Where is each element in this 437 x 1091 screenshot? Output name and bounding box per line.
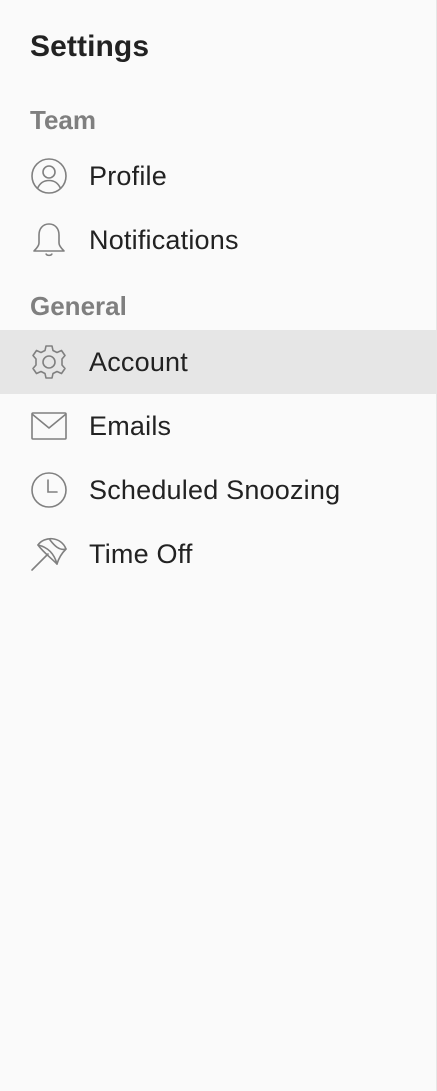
sidebar-item-label: Scheduled Snoozing <box>89 475 341 505</box>
sidebar-item-label: Profile <box>89 161 167 191</box>
section-label-team: Team <box>30 105 96 135</box>
sidebar-item-notifications[interactable]: Notifications <box>0 208 436 272</box>
sidebar-item-label: Emails <box>89 411 172 441</box>
page-title: Settings <box>30 30 150 63</box>
sidebar-item-label: Notifications <box>89 225 239 255</box>
sidebar-item-label: Account <box>89 347 188 377</box>
sidebar-item-label: Time Off <box>89 539 193 569</box>
profile-icon <box>29 156 69 196</box>
sidebar-item-scheduled-snoozing[interactable]: Scheduled Snoozing <box>0 458 436 522</box>
section-label-general: General <box>30 291 127 321</box>
gear-icon <box>29 342 69 382</box>
sidebar-item-account[interactable]: Account <box>0 330 436 394</box>
sidebar-item-emails[interactable]: Emails <box>0 394 436 458</box>
clock-icon <box>29 470 69 510</box>
settings-sidebar: Settings Team Profile Notifications Gene… <box>0 0 437 1091</box>
beach-umbrella-icon <box>29 534 69 574</box>
envelope-icon <box>29 406 69 446</box>
sidebar-item-profile[interactable]: Profile <box>0 144 436 208</box>
sidebar-item-time-off[interactable]: Time Off <box>0 522 436 586</box>
bell-icon <box>29 220 69 260</box>
